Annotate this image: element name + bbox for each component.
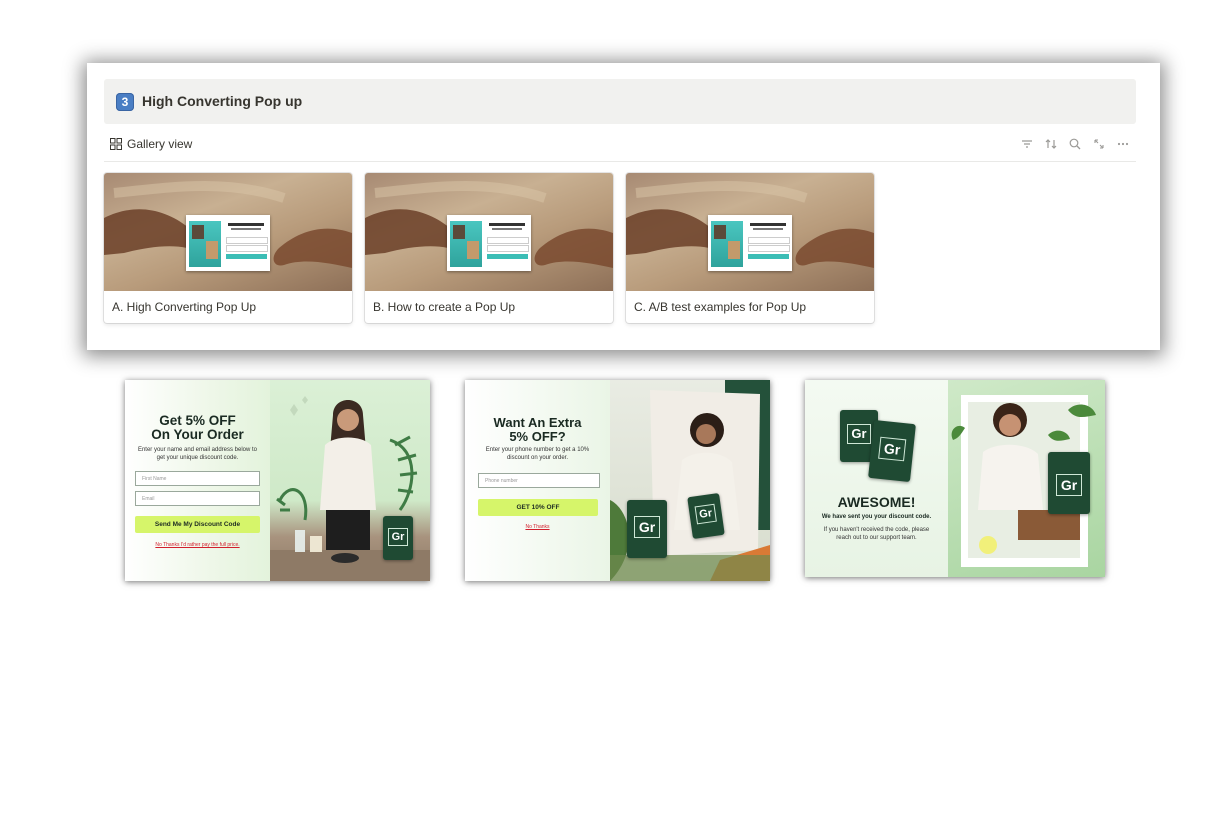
notion-database-panel: 3 High Converting Pop up Gallery view A.… [87, 63, 1160, 350]
filter-icon[interactable] [1020, 137, 1034, 151]
card-title: A. High Converting Pop Up [112, 300, 257, 314]
popup-subtext: Enter your phone number to get a 10% dis… [485, 447, 590, 462]
more-icon[interactable] [1116, 137, 1130, 151]
confirmation-body: If you haven't received the code, please… [823, 527, 930, 542]
popup-photo: Gr [270, 380, 430, 581]
card-cover-image [365, 173, 613, 291]
view-bar: Gallery view [104, 133, 1136, 162]
popup-photo: Gr Gr [610, 380, 770, 581]
gallery-grid-icon [110, 138, 122, 150]
product-logo-mark: Gr [1055, 474, 1083, 496]
popup-confirmation-panel: Gr Gr AWESOME! We have sent you your dis… [805, 380, 948, 577]
database-title[interactable]: High Converting Pop up [142, 93, 302, 109]
gallery-card-a[interactable]: A. High Converting Pop Up [104, 173, 352, 323]
view-label: Gallery view [127, 137, 193, 151]
card-title: C. A/B test examples for Pop Up [634, 300, 807, 314]
first-name-field[interactable]: First Name [135, 471, 260, 486]
product-pouch: Gr [868, 419, 916, 483]
popup-subtext: Enter your name and email address below … [137, 447, 258, 462]
product-pouch-held: Gr [687, 492, 725, 540]
popup-thumbnail [708, 215, 792, 271]
popup-thumbnail [186, 215, 270, 271]
product-pouch: Gr [627, 500, 667, 558]
popup-photo: Gr [948, 380, 1105, 577]
expand-icon[interactable] [1092, 137, 1106, 151]
headline-line-2: 5% OFF? [509, 428, 566, 444]
product-pouch: Gr [1048, 452, 1090, 514]
product-pouch: Gr [383, 516, 413, 560]
view-toolbar [1020, 137, 1130, 151]
decline-link[interactable]: No Thanks I'd rather pay the full price. [125, 542, 270, 548]
card-title: B. How to create a Pop Up [373, 300, 516, 314]
popup-headline: Get 5% OFF On Your Order [125, 413, 270, 443]
send-discount-code-button[interactable]: Send Me My Discount Code [135, 516, 260, 533]
database-header: 3 High Converting Pop up [104, 79, 1136, 124]
get-discount-button[interactable]: GET 10% OFF [478, 499, 598, 516]
confirmation-headline: AWESOME! [837, 494, 916, 510]
product-logo-mark: Gr [694, 503, 718, 525]
product-logo-mark: Gr [846, 424, 872, 444]
popup-example-phone: Want An Extra 5% OFF? Enter your phone n… [465, 380, 770, 581]
popup-example-email: Get 5% OFF On Your Order Enter your name… [125, 380, 430, 581]
headline-line-1: Get 5% OFF [159, 413, 236, 428]
popup-headline: Want An Extra 5% OFF? [465, 416, 610, 443]
headline-line-2: On Your Order [151, 427, 244, 443]
product-logo-mark: Gr [634, 516, 660, 538]
card-cover-image [104, 173, 352, 291]
sort-icon[interactable] [1044, 137, 1058, 151]
product-logo-mark: Gr [877, 436, 907, 462]
email-field[interactable]: Email [135, 491, 260, 506]
phone-number-field[interactable]: Phone number [478, 473, 600, 488]
popup-form-panel: Want An Extra 5% OFF? Enter your phone n… [465, 380, 610, 581]
gallery-card-b[interactable]: B. How to create a Pop Up [365, 173, 613, 323]
card-cover-image [626, 173, 874, 291]
popup-example-confirmation: Gr Gr AWESOME! We have sent you your dis… [805, 380, 1105, 577]
popup-form-panel: Get 5% OFF On Your Order Enter your name… [125, 380, 270, 581]
tab-gallery-view[interactable]: Gallery view [110, 137, 192, 151]
product-logo-mark: Gr [388, 528, 408, 546]
number-badge-icon: 3 [116, 93, 134, 111]
confirmation-subheadline: We have sent you your discount code. [821, 514, 932, 520]
popup-thumbnail [447, 215, 531, 271]
decline-link[interactable]: No Thanks [465, 524, 610, 530]
search-icon[interactable] [1068, 137, 1082, 151]
headline-line-1: Want An Extra [493, 415, 582, 430]
gallery-card-c[interactable]: C. A/B test examples for Pop Up [626, 173, 874, 323]
